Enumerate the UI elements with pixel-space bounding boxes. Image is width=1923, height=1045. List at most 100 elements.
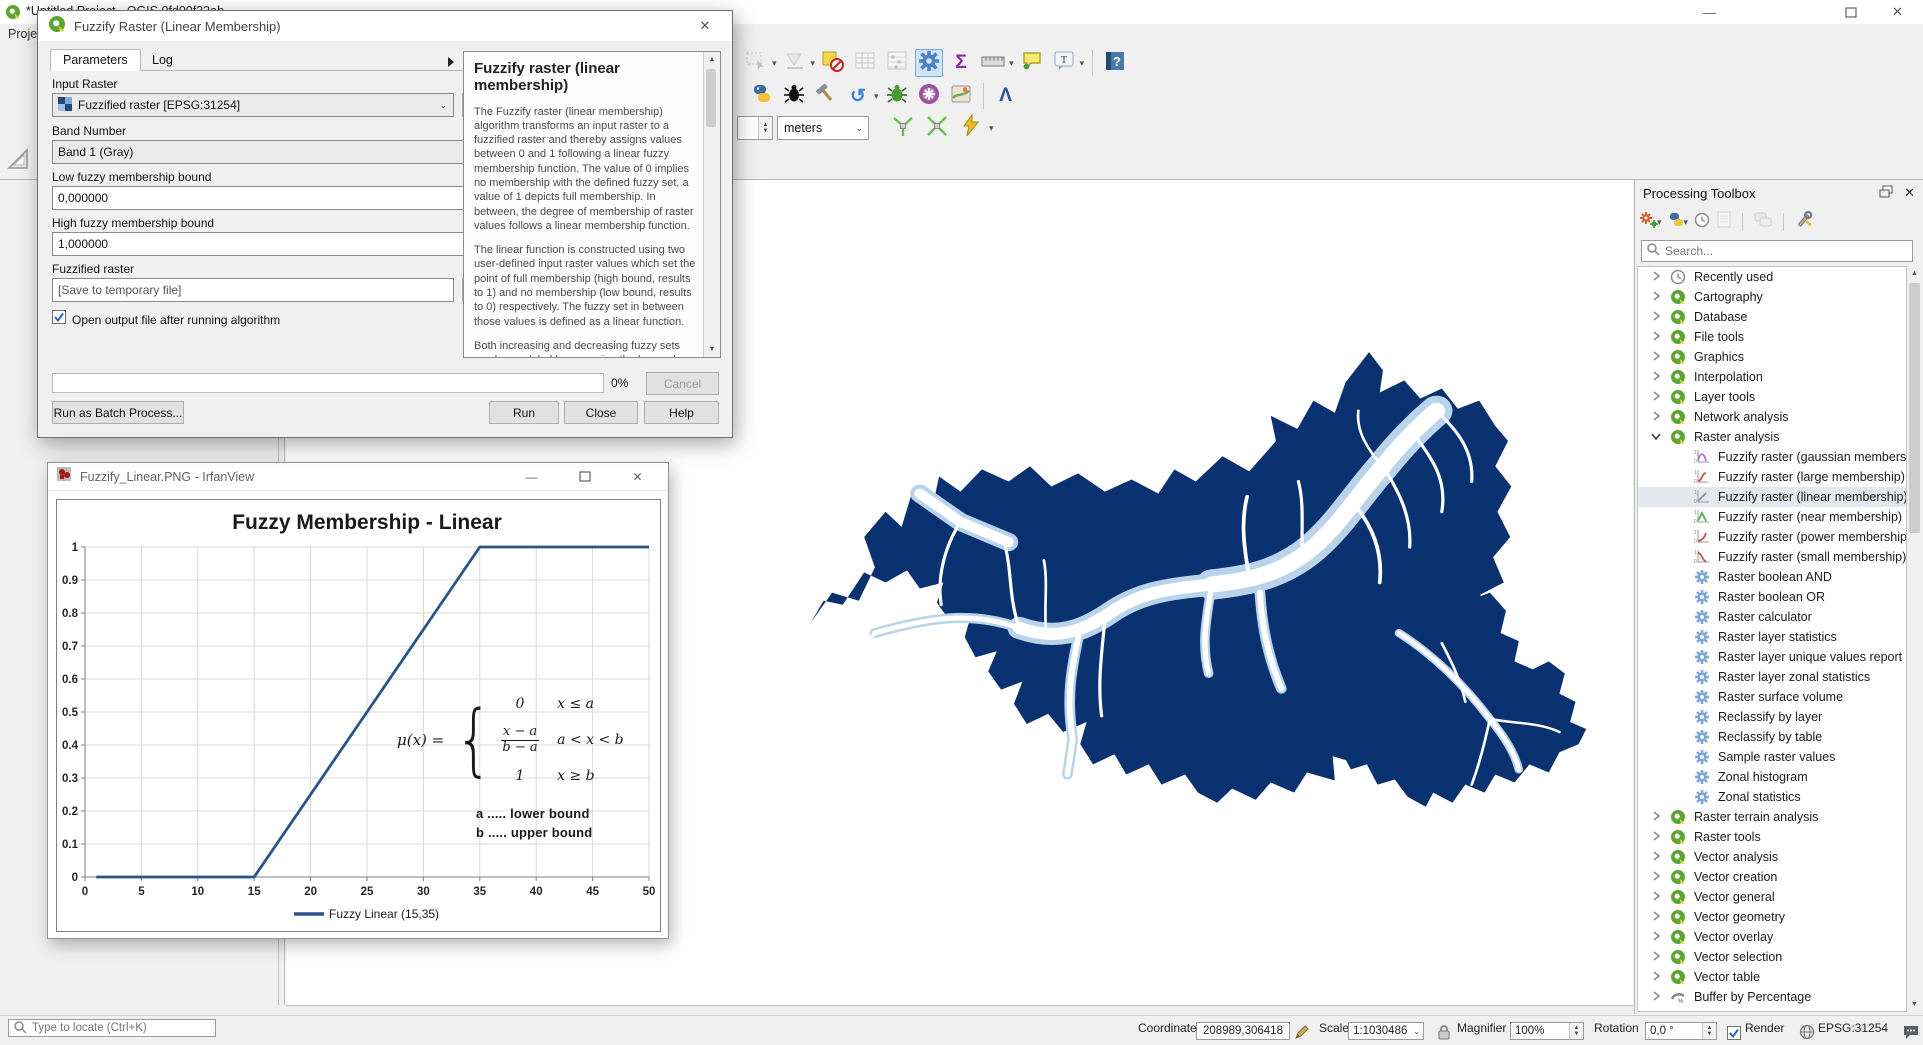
- scroll-up-icon[interactable]: ▲: [1907, 266, 1922, 281]
- close-button[interactable]: ✕: [1875, 0, 1920, 24]
- toolbox-algorithm-reclassify-by-layer[interactable]: Reclassify by layer: [1638, 707, 1906, 727]
- run-as-batch-button[interactable]: Run as Batch Process...: [52, 401, 184, 424]
- dropdown-arrow-icon[interactable]: ▾: [1080, 58, 1085, 69]
- text-annotation-button[interactable]: T: [1050, 49, 1078, 77]
- chevron-right-icon[interactable]: [1648, 1008, 1662, 1013]
- options-button[interactable]: [1794, 210, 1814, 234]
- close-button[interactable]: ✕: [615, 464, 660, 490]
- minimize-button[interactable]: —: [1687, 0, 1732, 24]
- history-button[interactable]: [1694, 210, 1710, 234]
- toolbox-category-contour-plugin[interactable]: Contour plugin: [1638, 1007, 1906, 1012]
- rotation-spinbox[interactable]: 0,0 ° ▲▼: [1645, 1022, 1717, 1040]
- toolbox-category-interpolation[interactable]: Interpolation: [1638, 367, 1906, 387]
- toolbox-category-graphics[interactable]: Graphics: [1638, 347, 1906, 367]
- crs-globe-icon[interactable]: [1799, 1020, 1815, 1044]
- chevron-right-icon[interactable]: [1648, 408, 1662, 427]
- locate-input[interactable]: [32, 1022, 211, 1034]
- messages-icon[interactable]: [1902, 1020, 1920, 1044]
- chevron-right-icon[interactable]: [1648, 868, 1662, 887]
- models-button[interactable]: ▾: [1639, 210, 1662, 234]
- float-panel-icon[interactable]: [1878, 185, 1894, 202]
- output-file-input[interactable]: [Save to temporary file]: [52, 278, 454, 302]
- map-tips-button[interactable]: [1018, 49, 1046, 77]
- minimize-button[interactable]: —: [509, 464, 554, 490]
- toolbox-category-vector-creation[interactable]: Vector creation: [1638, 867, 1906, 887]
- dropdown-arrow-icon[interactable]: ▾: [1009, 58, 1014, 69]
- chevron-right-icon[interactable]: [1648, 328, 1662, 347]
- toolbox-algorithm-raster-surface-volume[interactable]: Raster surface volume: [1638, 687, 1906, 707]
- units-combobox[interactable]: meters⌄: [777, 116, 869, 140]
- toolbox-category-vector-geometry[interactable]: Vector geometry: [1638, 907, 1906, 927]
- dialog-titlebar[interactable]: Fuzzify Raster (Linear Membership) ✕: [38, 11, 732, 41]
- spinner-arrows[interactable]: ▲▼: [1569, 1023, 1583, 1039]
- close-button[interactable]: Close: [564, 401, 638, 424]
- chevron-right-icon[interactable]: [1648, 888, 1662, 907]
- chevron-right-icon[interactable]: [1648, 848, 1662, 867]
- toolbox-algorithm-raster-boolean-and[interactable]: Raster boolean AND: [1638, 567, 1906, 587]
- toolbox-algorithm-raster-layer-statistics[interactable]: Raster layer statistics: [1638, 627, 1906, 647]
- toolbox-algorithm-raster-boolean-or[interactable]: Raster boolean OR: [1638, 587, 1906, 607]
- toolbox-algorithm-fuzzify-raster-power-membership-[interactable]: 10Fuzzify raster (power membership): [1638, 527, 1906, 547]
- processing-toolbox-button[interactable]: [915, 49, 943, 77]
- chevron-right-icon[interactable]: [1648, 948, 1662, 967]
- sum-line-lengths-button[interactable]: Σ: [947, 49, 975, 77]
- tab-parameters[interactable]: Parameters: [50, 49, 141, 71]
- toolbox-algorithm-raster-layer-zonal-statistics[interactable]: Raster layer zonal statistics: [1638, 667, 1906, 687]
- snap-intersection-button[interactable]: [923, 114, 951, 142]
- dropdown-arrow-icon[interactable]: ▾: [989, 123, 994, 134]
- dropdown-arrow-icon[interactable]: ▾: [874, 91, 879, 102]
- toolbox-algorithm-fuzzify-raster-near-membership-[interactable]: 10Fuzzify raster (near membership): [1638, 507, 1906, 527]
- locate-box[interactable]: [8, 1019, 216, 1037]
- close-panel-icon[interactable]: ✕: [1904, 185, 1915, 201]
- toolbox-category-vector-table[interactable]: Vector table: [1638, 967, 1906, 987]
- toolbox-category-buffer-by-percentage[interactable]: %Buffer by Percentage: [1638, 987, 1906, 1007]
- tolerance-spinbox[interactable]: ▲▼: [737, 116, 773, 140]
- dialog-close-button[interactable]: ✕: [688, 14, 722, 38]
- toolbox-category-recently-used[interactable]: Recently used: [1638, 267, 1906, 287]
- undo-button[interactable]: ↺: [844, 82, 872, 110]
- toolbox-algorithm-sample-raster-values[interactable]: Sample raster values: [1638, 747, 1906, 767]
- toolbox-category-layer-tools[interactable]: Layer tools: [1638, 387, 1906, 407]
- maximize-button[interactable]: [562, 464, 607, 490]
- dropdown-arrow-icon[interactable]: ▾: [1657, 217, 1662, 228]
- toolbox-algorithm-zonal-histogram[interactable]: Zonal histogram: [1638, 767, 1906, 787]
- crs-value[interactable]: EPSG:31254: [1818, 1016, 1888, 1040]
- coordinate-capture-icon[interactable]: [1294, 1020, 1310, 1044]
- measure-button[interactable]: [979, 49, 1007, 77]
- chevron-right-icon[interactable]: [1648, 368, 1662, 387]
- toolbox-algorithm-zonal-statistics[interactable]: Zonal statistics: [1638, 787, 1906, 807]
- python-console-button[interactable]: [748, 82, 776, 110]
- georeferencer-button[interactable]: [947, 82, 975, 110]
- help-scrollbar[interactable]: ▲ ▼: [703, 52, 720, 357]
- tab-log[interactable]: Log: [140, 49, 185, 71]
- dropdown-arrow-icon[interactable]: ▾: [772, 58, 777, 69]
- input-raster-combobox[interactable]: Fuzzified raster [EPSG:31254]⌄: [52, 93, 454, 117]
- coordinate-value[interactable]: 208989,306418: [1196, 1022, 1290, 1040]
- restore-button[interactable]: [1828, 0, 1873, 24]
- ruler-triangle-button[interactable]: [3, 148, 33, 175]
- magnifier-spinbox[interactable]: 100% ▲▼: [1510, 1022, 1584, 1040]
- dropdown-arrow-icon[interactable]: ▾: [1684, 217, 1689, 228]
- spinner-arrows[interactable]: ▲▼: [1702, 1023, 1716, 1039]
- search-input[interactable]: [1665, 244, 1908, 258]
- toolbox-algorithm-reclassify-by-table[interactable]: Reclassify by table: [1638, 727, 1906, 747]
- chevron-right-icon[interactable]: [1648, 348, 1662, 367]
- chevron-down-icon[interactable]: [1648, 428, 1662, 447]
- chevron-right-icon[interactable]: [1648, 828, 1662, 847]
- help-button[interactable]: ?: [1101, 49, 1129, 77]
- python-scripts-button[interactable]: ▾: [1668, 210, 1689, 234]
- scale-combobox[interactable]: 1:1030486⌄: [1348, 1022, 1424, 1040]
- toolbox-algorithm-raster-layer-unique-values-report[interactable]: Raster layer unique values report: [1638, 647, 1906, 667]
- toolbox-algorithm-fuzzify-raster-small-membership-[interactable]: 10Fuzzify raster (small membership): [1638, 547, 1906, 567]
- toolbox-category-raster-analysis[interactable]: Raster analysis: [1638, 427, 1906, 447]
- toolbox-scrollbar[interactable]: ▲ ▼: [1907, 266, 1922, 1012]
- run-button[interactable]: Run: [489, 401, 559, 424]
- menu-project[interactable]: Proje: [8, 27, 37, 41]
- chevron-right-icon[interactable]: [1648, 268, 1662, 287]
- plugin-manager-button[interactable]: [883, 82, 911, 110]
- toolbox-category-cartography[interactable]: Cartography: [1638, 287, 1906, 307]
- toolbox-algorithm-fuzzify-raster-gaussian-membership-[interactable]: 10Fuzzify raster (gaussian membership): [1638, 447, 1906, 467]
- scroll-down-icon[interactable]: ▼: [1907, 997, 1922, 1012]
- toolbox-search[interactable]: [1641, 240, 1913, 262]
- statistical-summary-button[interactable]: [883, 49, 911, 77]
